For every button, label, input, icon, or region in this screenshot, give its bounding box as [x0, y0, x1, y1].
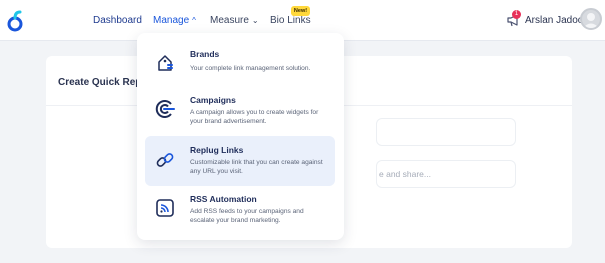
menu-item-title: Brands [190, 49, 220, 59]
link-icon [156, 153, 174, 167]
nav-manage[interactable]: Manage ^ [153, 15, 196, 27]
menu-item-campaigns[interactable]: Campaigns A campaign allows you to creat… [145, 87, 335, 137]
nav-measure[interactable]: Measure ⌄ [210, 15, 259, 27]
menu-item-description: Customizable link that you can create ag… [190, 159, 323, 175]
nav-bio-links[interactable]: Bio Links [270, 15, 311, 27]
campaign-icon [155, 100, 175, 118]
menu-item-title: RSS Automation [190, 194, 257, 204]
url-input-field[interactable] [376, 118, 516, 146]
menu-item-description: A campaign allows you to create widgets … [190, 109, 319, 125]
brand-tag-icon [158, 55, 173, 71]
rss-icon [156, 199, 174, 217]
nav-measure-label: Measure [210, 15, 249, 26]
menu-item-description: Add RSS feeds to your campaigns and esca… [190, 208, 304, 224]
menu-item-brands[interactable]: Brands Your complete link management sol… [145, 43, 335, 88]
manage-dropdown-menu: Brands Your complete link management sol… [137, 33, 344, 240]
replug-logo-icon[interactable] [6, 10, 24, 32]
user-avatar-icon [583, 13, 599, 28]
card-title: Create Quick Repl [58, 77, 145, 88]
chevron-up-icon: ^ [192, 16, 196, 25]
menu-item-title: Campaigns [190, 95, 236, 105]
new-badge: New! [291, 6, 310, 16]
nav-manage-label: Manage [153, 15, 190, 26]
menu-item-description: Your complete link management solution. [190, 65, 311, 72]
notification-count-badge: 1 [512, 10, 521, 19]
share-input-field[interactable]: e and share... [376, 160, 516, 188]
avatar[interactable] [580, 8, 602, 30]
share-input-placeholder: e and share... [379, 169, 431, 179]
nav-dashboard[interactable]: Dashboard [93, 15, 142, 27]
menu-item-replug-links[interactable]: Replug Links Customizable link that you … [145, 136, 335, 186]
menu-item-rss-automation[interactable]: RSS Automation Add RSS feeds to your cam… [145, 188, 335, 236]
chevron-down-icon: ⌄ [251, 16, 259, 25]
menu-item-title: Replug Links [190, 145, 244, 155]
